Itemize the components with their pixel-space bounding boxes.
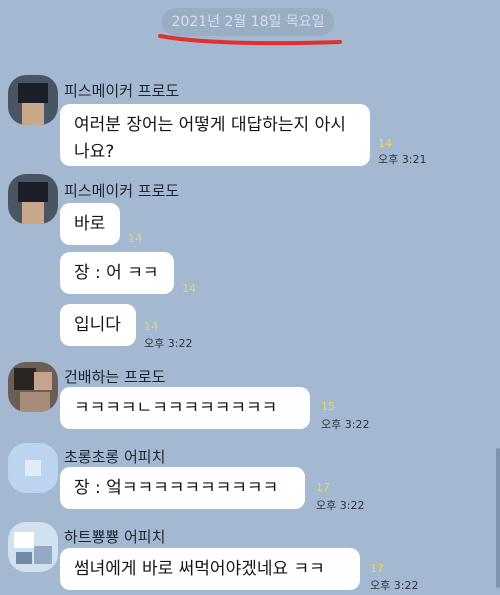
timestamp: 오후 3:21	[378, 153, 427, 166]
sender-name: 초롱초롱 어피치	[64, 448, 166, 466]
message-bubble[interactable]: ㅋㅋㅋㅋㄴㅋㅋㅋㅋㅋㅋㅋㅋ	[60, 387, 310, 429]
timestamp: 오후 3:22	[144, 337, 193, 350]
message-bubble[interactable]: 여러분 장어는 어떻게 대답하는지 아시나요?	[60, 104, 370, 166]
timestamp: 오후 3:22	[321, 418, 370, 431]
red-underline-annotation	[158, 34, 342, 46]
message-bubble[interactable]: 입니다	[60, 304, 136, 346]
unread-count: 14	[378, 137, 392, 150]
unread-count: 17	[370, 562, 384, 575]
message-bubble[interactable]: 장 : 엌ㅋㅋㅋㅋㅋㅋㅋㅋㅋㅋ	[60, 467, 305, 509]
avatar[interactable]	[8, 174, 58, 224]
sender-name: 하트뿅뿅 어피치	[64, 528, 166, 546]
sender-name: 피스메이커 프로도	[64, 182, 180, 200]
avatar[interactable]	[8, 75, 58, 125]
timestamp: 오후 3:22	[370, 579, 419, 592]
scrollbar[interactable]	[496, 448, 500, 588]
avatar[interactable]	[8, 443, 58, 493]
timestamp: 오후 3:22	[316, 499, 365, 512]
message-bubble[interactable]: 썸녀에게 바로 써먹어야겠네요 ㅋㅋ	[60, 548, 360, 590]
unread-count: 15	[321, 400, 335, 413]
message-bubble[interactable]: 바로	[60, 203, 120, 245]
unread-count: 14	[182, 282, 196, 295]
unread-count: 14	[128, 232, 142, 245]
sender-name: 피스메이커 프로도	[64, 82, 180, 100]
sender-name: 건배하는 프로도	[64, 368, 166, 386]
unread-count: 14	[144, 320, 158, 333]
avatar[interactable]	[8, 362, 58, 412]
message-bubble[interactable]: 장 : 어 ㅋㅋ	[60, 252, 174, 294]
avatar[interactable]	[8, 522, 58, 572]
unread-count: 17	[316, 481, 330, 494]
